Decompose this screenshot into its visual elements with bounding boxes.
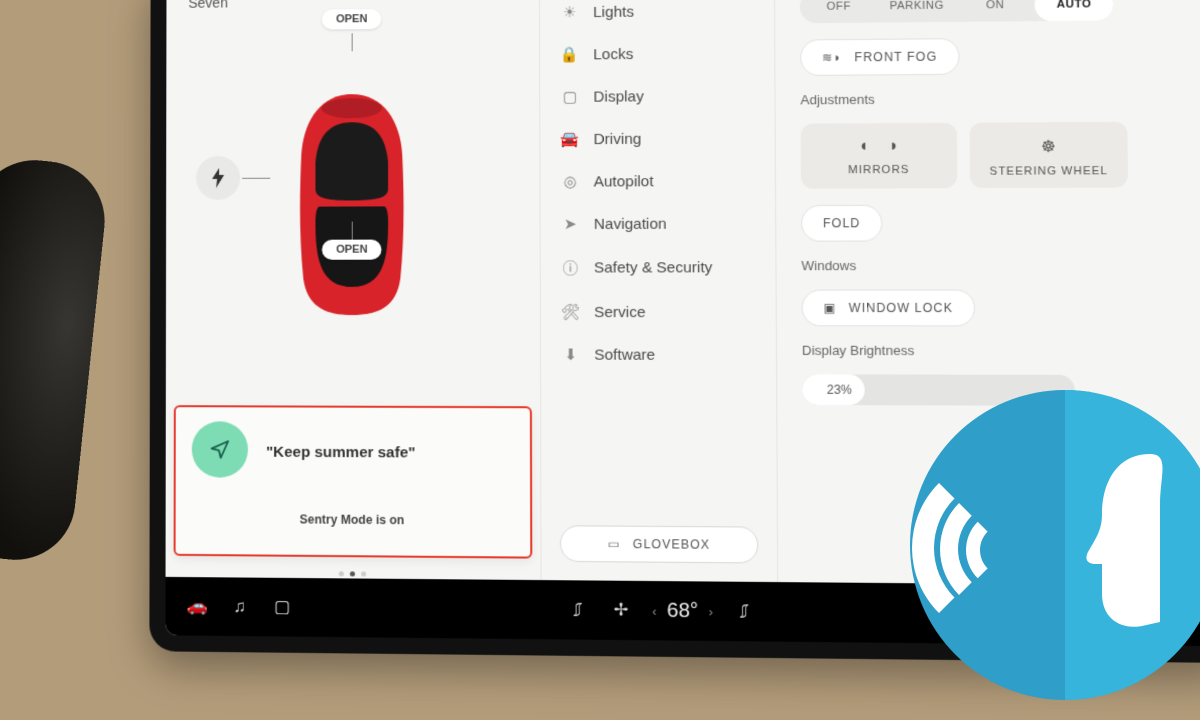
profile-head-icon — [1066, 444, 1186, 644]
car-status-panel: Seven OPEN OPEN — [166, 0, 541, 580]
charge-port-button[interactable] — [196, 156, 240, 200]
headlight-mode-segmented[interactable]: OFF PARKING ON AUTO — [800, 0, 1114, 23]
voice-command-card: "Keep summer safe" Sentry Mode is on — [174, 405, 533, 558]
dock-car-icon[interactable]: 🚗 — [186, 596, 210, 616]
menu-label: Autopilot — [594, 173, 654, 190]
front-fog-label: FRONT FOG — [854, 50, 937, 65]
sound-wave-icon — [966, 510, 1046, 590]
mirror-right-icon: ◑ — [887, 137, 897, 155]
glovebox-label: GLOVEBOX — [633, 537, 710, 552]
navigate-arrow-icon — [209, 438, 231, 460]
brightness-heading: Display Brightness — [802, 343, 1198, 359]
menu-item-navigation[interactable]: ➤ Navigation — [541, 202, 776, 245]
fold-mirrors-button[interactable]: FOLD — [801, 205, 882, 242]
menu-label: Service — [594, 303, 645, 320]
connector-line — [352, 33, 353, 51]
safety-icon: ⓘ — [561, 257, 579, 278]
car-top-view — [281, 87, 422, 318]
adjustments-heading: Adjustments — [800, 90, 1195, 108]
menu-label: Safety & Security — [594, 259, 712, 276]
voice-assistant-overlay-graphic — [910, 390, 1200, 700]
seg-auto[interactable]: AUTO — [1034, 0, 1113, 21]
front-fog-button[interactable]: ≋◗ FRONT FOG — [800, 38, 959, 76]
nav-icon: ➤ — [561, 215, 579, 233]
menu-label: Navigation — [594, 215, 667, 232]
seg-on[interactable]: ON — [956, 0, 1035, 22]
mirrors-adjust-button[interactable]: ◐ ◑ MIRRORS — [801, 123, 958, 189]
menu-item-locks[interactable]: 🔒 Locks — [540, 32, 774, 76]
car-visualization: OPEN OPEN — [166, 0, 540, 406]
menu-item-lights[interactable]: ☀ Lights — [540, 0, 774, 34]
steering-label: STEERING WHEEL — [989, 165, 1108, 178]
steering-wheel-icon: ☸ — [1041, 137, 1056, 158]
menu-item-display[interactable]: ▢ Display — [540, 74, 774, 118]
window-lock-button[interactable]: ▣ WINDOW LOCK — [802, 289, 976, 326]
menu-item-driving[interactable]: 🚘 Driving — [540, 117, 775, 161]
menu-label: Lights — [593, 3, 634, 21]
connector-line — [242, 178, 270, 179]
fog-icon: ≋◗ — [822, 50, 842, 64]
service-icon: 🛠 — [561, 303, 579, 321]
trunk-open-button[interactable]: OPEN — [322, 240, 382, 260]
seg-parking[interactable]: PARKING — [878, 0, 956, 23]
software-icon: ⬇ — [561, 345, 580, 363]
dock-temperature[interactable]: ‹ 68° › — [652, 599, 713, 623]
menu-item-service[interactable]: 🛠 Service — [541, 291, 776, 334]
voice-result-text: Sentry Mode is on — [300, 512, 405, 527]
window-icon: ▣ — [823, 301, 836, 315]
menu-label: Driving — [593, 130, 641, 147]
driving-icon: 🚘 — [561, 130, 579, 148]
bolt-icon — [210, 168, 226, 188]
dock-seat-right-icon[interactable]: ⎎ — [732, 601, 757, 622]
mirror-left-icon: ◐ — [860, 138, 870, 156]
dock-fan-icon[interactable]: ✢ — [609, 600, 634, 621]
dock-seat-left-icon[interactable]: ⎎ — [565, 600, 590, 621]
temp-value: 68° — [667, 599, 698, 623]
settings-menu: ☀ Lights 🔒 Locks ▢ Display 🚘 Driving ◎ Autopi… — [539, 0, 778, 582]
menu-item-safety[interactable]: ⓘ Safety & Security — [541, 245, 776, 291]
chevron-right-icon[interactable]: › — [709, 604, 714, 619]
light-icon: ☀ — [560, 3, 578, 21]
windows-heading: Windows — [801, 257, 1197, 273]
voice-query-text: "Keep summer safe" — [266, 443, 415, 461]
dock-app-icon[interactable]: ▢ — [270, 597, 294, 617]
connector-line — [352, 222, 353, 240]
menu-label: Software — [594, 346, 655, 363]
autopilot-icon: ◎ — [561, 172, 579, 190]
menu-label: Display — [593, 88, 643, 105]
mirrors-label: MIRRORS — [848, 164, 910, 177]
menu-item-autopilot[interactable]: ◎ Autopilot — [540, 159, 775, 202]
menu-label: Locks — [593, 45, 633, 62]
steering-adjust-button[interactable]: ☸ STEERING WHEEL — [969, 122, 1128, 188]
seg-off[interactable]: OFF — [800, 0, 878, 23]
voice-nav-icon-badge — [192, 421, 248, 478]
display-icon: ▢ — [561, 88, 579, 106]
fold-label: FOLD — [823, 216, 861, 230]
frunk-open-button[interactable]: OPEN — [322, 9, 382, 30]
brightness-value: 23% — [827, 383, 852, 397]
steering-wheel-prop — [0, 154, 111, 565]
glovebox-button[interactable]: ▭ GLOVEBOX — [560, 525, 758, 563]
dock-music-icon[interactable]: ♫ — [228, 597, 252, 617]
glovebox-icon: ▭ — [608, 537, 621, 551]
window-lock-label: WINDOW LOCK — [849, 301, 953, 315]
chevron-left-icon[interactable]: ‹ — [652, 603, 657, 618]
menu-item-software[interactable]: ⬇ Software — [541, 333, 776, 376]
lock-icon: 🔒 — [561, 45, 579, 63]
